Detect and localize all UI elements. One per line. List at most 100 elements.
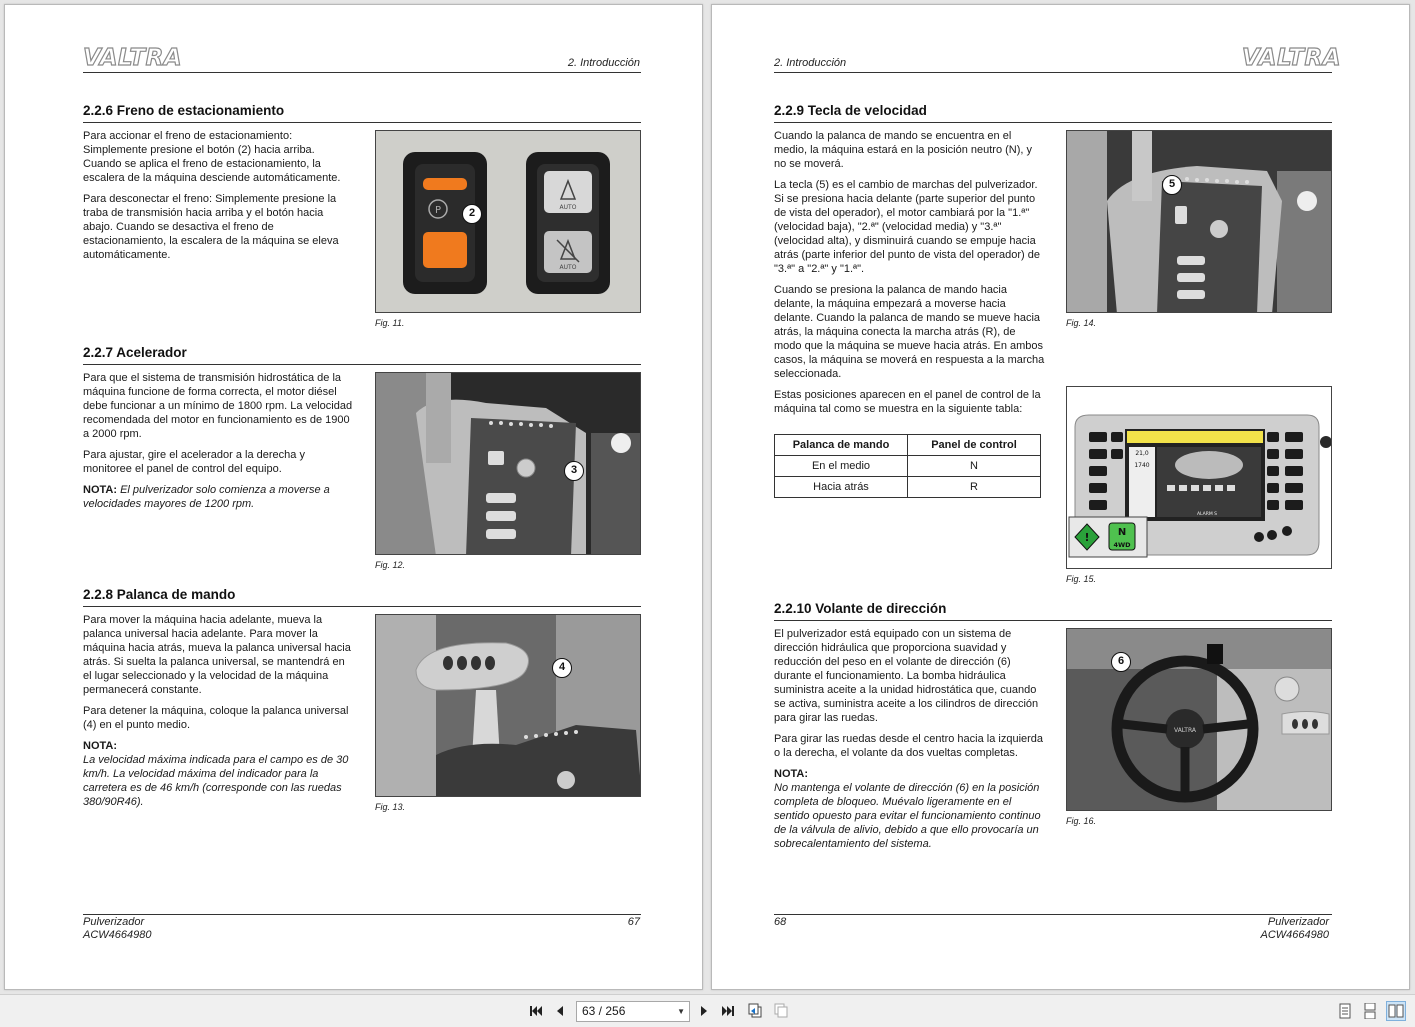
paragraph: Para ajustar, gire el acelerador a la de… bbox=[83, 449, 305, 475]
callout-6: 6 bbox=[1111, 652, 1131, 672]
chevron-down-icon: ▼ bbox=[677, 1007, 685, 1016]
footer-title: Pulverizador bbox=[1267, 916, 1329, 928]
viewer-toolbar: 63 / 256 ▼ bbox=[0, 994, 1415, 1027]
table-header-row: Palanca de mando Panel de control bbox=[774, 434, 1041, 456]
svg-text:4WD: 4WD bbox=[1113, 541, 1131, 549]
note-text: El pulverizador solo comienza a moverse … bbox=[83, 484, 330, 510]
paragraph: Para girar las ruedas desde el centro ha… bbox=[774, 733, 1044, 759]
joystick-illustration bbox=[376, 615, 640, 796]
table-cell: En el medio bbox=[774, 455, 908, 477]
footer-code: ACW4664980 bbox=[1260, 929, 1330, 941]
footer-title: Pulverizador bbox=[83, 916, 145, 928]
paragraph: La tecla (5) es el cambio de marchas del… bbox=[774, 179, 1040, 275]
section-rule bbox=[83, 122, 641, 123]
page-number-select[interactable]: 63 / 256 ▼ bbox=[576, 1001, 690, 1022]
running-head: 2. Introducción bbox=[567, 57, 640, 69]
two-page-view-icon[interactable] bbox=[1386, 1001, 1406, 1021]
note-text: La velocidad máxima indicada para el cam… bbox=[83, 754, 349, 808]
page-indicator: 63 / 256 bbox=[582, 1004, 626, 1018]
table-header: Panel de control bbox=[907, 434, 1041, 456]
svg-text:AUTO: AUTO bbox=[560, 264, 577, 271]
note-label: NOTA: bbox=[83, 740, 118, 752]
section-body: El pulverizador está equipado con un sis… bbox=[774, 627, 1046, 858]
paragraph: El pulverizador está equipado con un sis… bbox=[774, 628, 1039, 724]
svg-text:ALARM S: ALARM S bbox=[1197, 511, 1217, 517]
document-page-left: VALTRA 2. Introducción 2.2.6 Freno de es… bbox=[4, 4, 703, 990]
paragraph: Cuando la palanca de mando se encuentra … bbox=[774, 130, 1033, 170]
paragraph: Para que el sistema de transmisión hidro… bbox=[83, 372, 353, 440]
parking-brake-switch-illustration: P AUTO AUTO bbox=[376, 131, 640, 312]
callout-3: 3 bbox=[564, 461, 584, 481]
table-header: Palanca de mando bbox=[774, 434, 908, 456]
footer-left: Pulverizador ACW4664980 bbox=[83, 916, 152, 942]
note: NOTA: bbox=[83, 739, 355, 753]
section-heading: 2.2.7 Acelerador bbox=[83, 345, 187, 360]
footer-rule bbox=[774, 914, 1332, 915]
svg-text:P: P bbox=[435, 205, 441, 216]
section-rule bbox=[83, 364, 641, 365]
figure-caption: Fig. 16. bbox=[1066, 816, 1097, 826]
last-page-icon[interactable] bbox=[719, 1002, 737, 1020]
table-row: En el medio N bbox=[774, 455, 1041, 477]
paragraph: Cuando se presiona la palanca de mando h… bbox=[774, 284, 1045, 380]
callout-4: 4 bbox=[552, 658, 572, 678]
page-number: 68 bbox=[774, 916, 787, 928]
section-body: Para accionar el freno de estacionamient… bbox=[83, 129, 355, 269]
document-page-right: 2. Introducción VALTRA 2.2.9 Tecla de ve… bbox=[711, 4, 1410, 990]
single-page-view-icon[interactable] bbox=[1336, 1002, 1354, 1020]
note-text: No mantenga el volante de dirección (6) … bbox=[774, 782, 1041, 850]
figure-joystick: 4 bbox=[375, 614, 641, 797]
svg-text:1740: 1740 bbox=[1134, 462, 1149, 469]
section-body: Cuando la palanca de mando se encuentra … bbox=[774, 129, 1046, 423]
section-body: Para mover la máquina hacia adelante, mu… bbox=[83, 613, 355, 816]
throttle-console-illustration bbox=[376, 373, 640, 554]
svg-text:VALTRA: VALTRA bbox=[1174, 727, 1197, 734]
section-rule bbox=[83, 606, 641, 607]
valtra-logo: VALTRA bbox=[1241, 44, 1341, 71]
go-forward-icon[interactable] bbox=[772, 1002, 790, 1020]
steering-wheel-illustration: VALTRA bbox=[1067, 629, 1331, 810]
section-heading: 2.2.6 Freno de estacionamiento bbox=[83, 103, 285, 118]
svg-text:N: N bbox=[1118, 527, 1126, 538]
figure-caption: Fig. 13. bbox=[375, 802, 406, 812]
paragraph: Para accionar el freno de estacionamient… bbox=[83, 130, 341, 184]
prev-page-icon[interactable] bbox=[551, 1002, 569, 1020]
section-heading: 2.2.10 Volante de dirección bbox=[774, 601, 947, 616]
figure-caption: Fig. 12. bbox=[375, 560, 406, 570]
paragraph: Estas posiciones aparecen en el panel de… bbox=[774, 389, 1041, 415]
callout-2: 2 bbox=[462, 204, 482, 224]
figure-throttle: 3 bbox=[375, 372, 641, 555]
figure-speed-key: 5 bbox=[1066, 130, 1332, 313]
table-row: Hacia atrás R bbox=[774, 476, 1041, 498]
position-table: Palanca de mando Panel de control En el … bbox=[774, 434, 1041, 498]
section-heading: 2.2.9 Tecla de velocidad bbox=[774, 103, 927, 118]
figure-parking-brake: P AUTO AUTO 2 bbox=[375, 130, 641, 313]
control-panel-illustration: 21,0 1740 ALARM S ! N 4WD bbox=[1067, 387, 1331, 568]
footer-rule bbox=[83, 914, 641, 915]
figure-caption: Fig. 11. bbox=[375, 318, 405, 328]
paragraph: Para detener la máquina, coloque la pala… bbox=[83, 705, 349, 731]
running-head: 2. Introducción bbox=[774, 57, 847, 69]
figure-control-panel: 21,0 1740 ALARM S ! N 4WD bbox=[1066, 386, 1332, 569]
continuous-view-icon[interactable] bbox=[1361, 1002, 1379, 1020]
first-page-icon[interactable] bbox=[527, 1002, 545, 1020]
note: NOTA: El pulverizador solo comienza a mo… bbox=[83, 483, 355, 511]
callout-5: 5 bbox=[1162, 175, 1182, 195]
paragraph: Para mover la máquina hacia adelante, mu… bbox=[83, 614, 351, 696]
section-body: Para que el sistema de transmisión hidro… bbox=[83, 371, 355, 518]
svg-text:21,0: 21,0 bbox=[1135, 450, 1149, 457]
section-rule bbox=[774, 620, 1332, 621]
header-rule bbox=[83, 72, 641, 73]
section-heading: 2.2.8 Palanca de mando bbox=[83, 587, 236, 602]
table-cell: N bbox=[907, 455, 1041, 477]
go-back-icon[interactable] bbox=[746, 1002, 764, 1020]
header-rule bbox=[774, 72, 1332, 73]
figure-steering-wheel: VALTRA 6 bbox=[1066, 628, 1332, 811]
section-rule bbox=[774, 122, 1332, 123]
valtra-logo: VALTRA bbox=[82, 44, 183, 71]
svg-text:AUTO: AUTO bbox=[560, 204, 577, 211]
figure-caption: Fig. 14. bbox=[1066, 318, 1097, 328]
next-page-icon[interactable] bbox=[695, 1002, 713, 1020]
note: NOTA: bbox=[774, 767, 1046, 781]
note-label: NOTA: bbox=[83, 484, 118, 496]
